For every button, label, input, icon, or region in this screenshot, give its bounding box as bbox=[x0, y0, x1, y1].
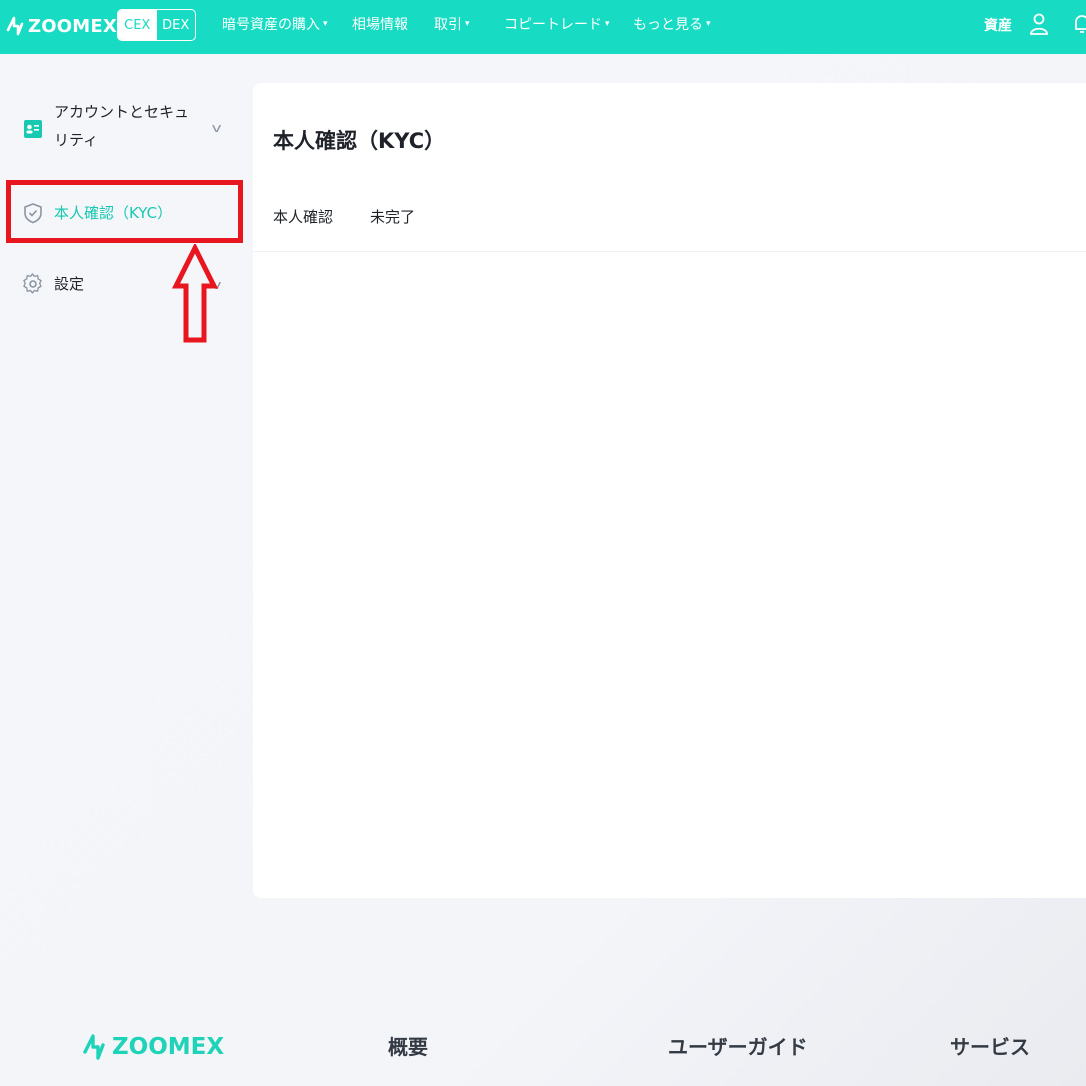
sidebar-item-settings[interactable]: 設定 bbox=[22, 270, 84, 298]
bell-icon[interactable] bbox=[1072, 12, 1086, 36]
dex-toggle[interactable]: DEX bbox=[157, 10, 196, 40]
footer-user-guide[interactable]: ユーザーガイド bbox=[668, 1031, 808, 1060]
top-navigation-bar: ZOOMEX CEX DEX 暗号資産の購入 ▾ 相場情報 取引 ▾ コピートレ… bbox=[0, 0, 1086, 54]
highlight-box bbox=[6, 180, 243, 243]
sidebar-item-label: 設定 bbox=[54, 275, 85, 293]
zoomex-logo-icon bbox=[83, 1034, 105, 1060]
user-icon[interactable] bbox=[1029, 12, 1049, 36]
nav-buy-crypto[interactable]: 暗号資産の購入 ▾ bbox=[222, 14, 328, 34]
cex-toggle[interactable]: CEX bbox=[118, 10, 157, 40]
gear-icon bbox=[22, 273, 44, 295]
sidebar-item-label: アカウントとセキュリティ bbox=[54, 103, 190, 149]
caret-down-icon: ▾ bbox=[323, 19, 328, 29]
page-title: 本人確認（KYC） bbox=[273, 129, 446, 153]
caret-down-icon: ▾ bbox=[605, 19, 610, 29]
logo-text: ZOOMEX bbox=[28, 15, 117, 37]
nav-markets[interactable]: 相場情報 bbox=[352, 14, 408, 34]
nav-trade[interactable]: 取引 ▾ bbox=[434, 14, 470, 34]
footer-logo[interactable]: ZOOMEX bbox=[82, 1033, 224, 1061]
footer-logo-text: ZOOMEX bbox=[112, 1034, 225, 1060]
nav-copy-trade[interactable]: コピートレード ▾ bbox=[504, 14, 610, 34]
footer-overview[interactable]: 概要 bbox=[388, 1031, 428, 1060]
cex-dex-switch[interactable]: CEX DEX bbox=[117, 9, 196, 41]
divider bbox=[253, 251, 1086, 252]
nav-more[interactable]: もっと見る ▾ bbox=[633, 14, 711, 34]
zoomex-logo[interactable]: ZOOMEX bbox=[6, 13, 117, 39]
caret-down-icon: ▾ bbox=[465, 19, 470, 29]
up-arrow-icon bbox=[172, 244, 218, 343]
caret-down-icon: ▾ bbox=[706, 19, 711, 29]
zoomex-logo-icon bbox=[6, 16, 24, 36]
nav-assets[interactable]: 資産 bbox=[984, 15, 1012, 35]
kyc-status-value: 未完了 bbox=[370, 208, 416, 226]
kyc-panel: 本人確認（KYC） 本人確認 未完了 bbox=[253, 83, 1086, 898]
kyc-status-label: 本人確認 bbox=[273, 208, 334, 226]
chevron-down-icon[interactable]: v bbox=[212, 121, 222, 135]
sidebar-item-account-security[interactable]: アカウントとセキュリティ bbox=[22, 98, 202, 154]
id-card-icon bbox=[22, 118, 44, 140]
footer-services[interactable]: サービス bbox=[950, 1031, 1030, 1060]
